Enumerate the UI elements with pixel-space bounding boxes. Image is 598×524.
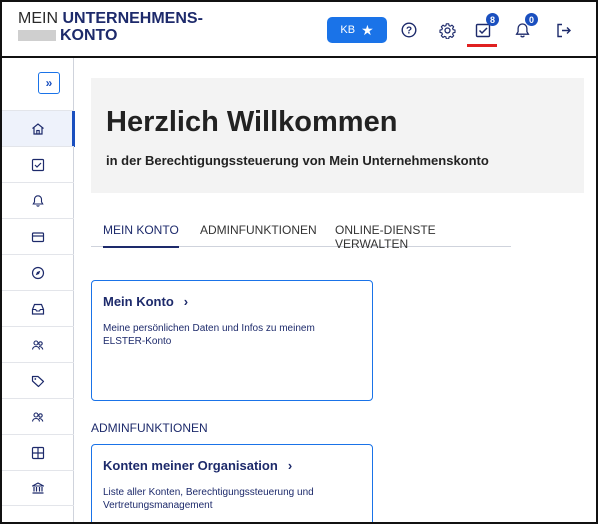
sidebar-collapse-button[interactable]: » bbox=[38, 72, 60, 94]
sidebar-item-bank[interactable] bbox=[2, 470, 74, 506]
app-logo[interactable]: MEIN UNTERNEHMENS- KONTO bbox=[18, 10, 203, 44]
card-icon bbox=[31, 231, 45, 242]
chevron-right-icon: › bbox=[183, 294, 189, 309]
page-title: Herzlich Willkommen bbox=[106, 106, 398, 138]
account-switch-button[interactable]: KB ★ bbox=[327, 17, 387, 43]
bank-icon bbox=[31, 482, 45, 494]
sidebar-item-tasks[interactable] bbox=[2, 146, 74, 182]
people-icon bbox=[31, 339, 44, 350]
grid-icon bbox=[31, 446, 45, 459]
sidebar-item-people[interactable] bbox=[2, 326, 74, 362]
logo-placeholder-block bbox=[18, 30, 56, 41]
tab-bar: MEIN KONTO ADMINFUNKTIONEN ONLINE-DIENST… bbox=[91, 223, 511, 251]
chevron-right-icon: › bbox=[287, 458, 293, 473]
checkbox-icon bbox=[31, 158, 45, 171]
app-frame: MEIN UNTERNEHMENS- KONTO KB ★ ? 8 0 » He… bbox=[0, 0, 598, 524]
sidebar-item-home[interactable] bbox=[2, 110, 75, 147]
card-description: Meine persönlichen Daten und Infos zu me… bbox=[103, 323, 315, 347]
logout-icon[interactable] bbox=[553, 20, 573, 40]
logo-text-mein: MEIN bbox=[18, 10, 58, 27]
notification-bell-icon[interactable]: 0 bbox=[512, 13, 538, 40]
sidebar-item-tags[interactable] bbox=[2, 362, 74, 398]
card-title: Mein Konto bbox=[103, 294, 174, 309]
star-icon: ★ bbox=[361, 22, 374, 38]
tasks-badge: 8 bbox=[486, 13, 499, 26]
help-icon[interactable]: ? bbox=[399, 20, 419, 40]
sidebar-item-grid[interactable] bbox=[2, 434, 74, 470]
svg-text:?: ? bbox=[406, 26, 412, 37]
page-subtitle: in der Berechtigungssteuerung von Mein U… bbox=[106, 153, 489, 168]
settings-gear-icon[interactable] bbox=[437, 20, 457, 40]
sidebar-item-group[interactable] bbox=[2, 398, 74, 434]
sidebar-item-inbox[interactable] bbox=[2, 290, 74, 326]
account-initials: KB bbox=[340, 24, 356, 36]
sidebar-item-notifications[interactable] bbox=[2, 182, 74, 218]
group-icon bbox=[31, 411, 44, 422]
home-icon bbox=[32, 122, 44, 135]
logo-text-konto: KONTO bbox=[60, 27, 118, 44]
sidebar-item-compass[interactable] bbox=[2, 254, 74, 290]
tab-mein-konto[interactable]: MEIN KONTO bbox=[103, 223, 179, 248]
tag-icon bbox=[31, 375, 45, 387]
card-description: Liste aller Konten, Berechtigungssteueru… bbox=[103, 487, 314, 511]
logo-text-unternehmens: UNTERNEHMENS- bbox=[62, 10, 203, 27]
inbox-icon bbox=[31, 303, 45, 315]
section-heading-adminfunktionen: ADMINFUNKTIONEN bbox=[91, 421, 208, 435]
card-konten-meiner-organisation[interactable]: Konten meiner Organisation › Liste aller… bbox=[91, 444, 373, 522]
card-mein-konto[interactable]: Mein Konto › Meine persönlichen Daten un… bbox=[91, 280, 373, 401]
tab-adminfunktionen[interactable]: ADMINFUNKTIONEN bbox=[200, 223, 317, 247]
active-indicator-line bbox=[467, 44, 497, 47]
tasks-checkbox-icon[interactable]: 8 bbox=[473, 13, 499, 40]
bell-icon bbox=[32, 194, 44, 207]
top-header: MEIN UNTERNEHMENS- KONTO KB ★ ? 8 0 bbox=[2, 2, 596, 58]
welcome-banner: Herzlich Willkommen in der Berechtigungs… bbox=[91, 78, 584, 193]
compass-icon bbox=[31, 266, 45, 279]
notifications-badge: 0 bbox=[525, 13, 538, 26]
tab-online-dienste-verwalten[interactable]: ONLINE-DIENSTE VERWALTEN bbox=[335, 223, 511, 251]
sidebar: » bbox=[2, 58, 75, 522]
card-title: Konten meiner Organisation bbox=[103, 458, 278, 473]
sidebar-item-card[interactable] bbox=[2, 218, 74, 254]
